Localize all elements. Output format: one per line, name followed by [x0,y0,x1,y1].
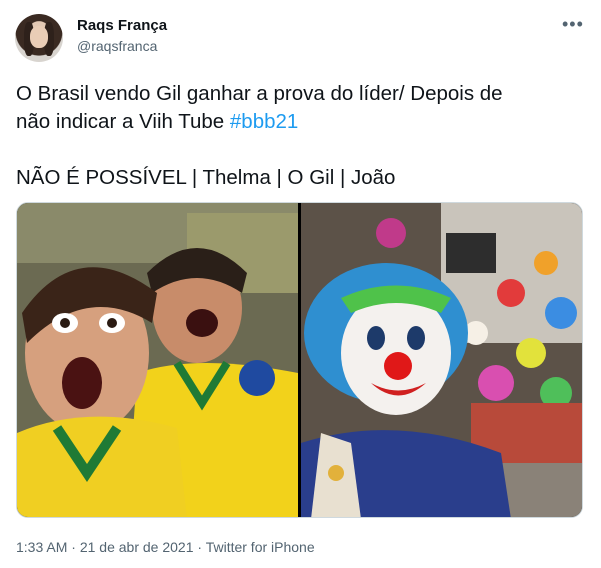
tweet-line-2: não indicar a Viih Tube #bbb21 [16,108,586,136]
media-photo-left[interactable] [17,203,298,517]
more-options-icon[interactable]: ••• [562,14,584,35]
author-name[interactable]: Raqs França [77,17,167,34]
tweet-source[interactable]: Twitter for iPhone [206,539,315,555]
separator-dot: · [197,539,206,555]
tweet-line-2-text: não indicar a Viih Tube [16,110,230,133]
tweet: Raqs França @raqsfranca ••• O Brasil ven… [0,0,601,568]
tweet-line-3: NÃO É POSSÍVEL | Thelma | O Gil | João [16,166,396,189]
media-photo-right[interactable] [301,203,582,517]
tweet-text: O Brasil vendo Gil ganhar a prova do líd… [16,80,586,192]
tweet-time[interactable]: 1:33 AM [16,539,67,555]
tweet-date[interactable]: 21 de abr de 2021 [80,539,194,555]
tweet-meta: 1:33 AM · 21 de abr de 2021 · Twitter fo… [16,539,315,555]
hashtag-link[interactable]: #bbb21 [230,110,298,133]
separator-dot: · [71,539,80,555]
tweet-media[interactable] [16,202,583,518]
tweet-line-1: O Brasil vendo Gil ganhar a prova do líd… [16,82,503,105]
user-avatar[interactable] [15,14,63,62]
author-handle[interactable]: @raqsfranca [77,38,157,54]
